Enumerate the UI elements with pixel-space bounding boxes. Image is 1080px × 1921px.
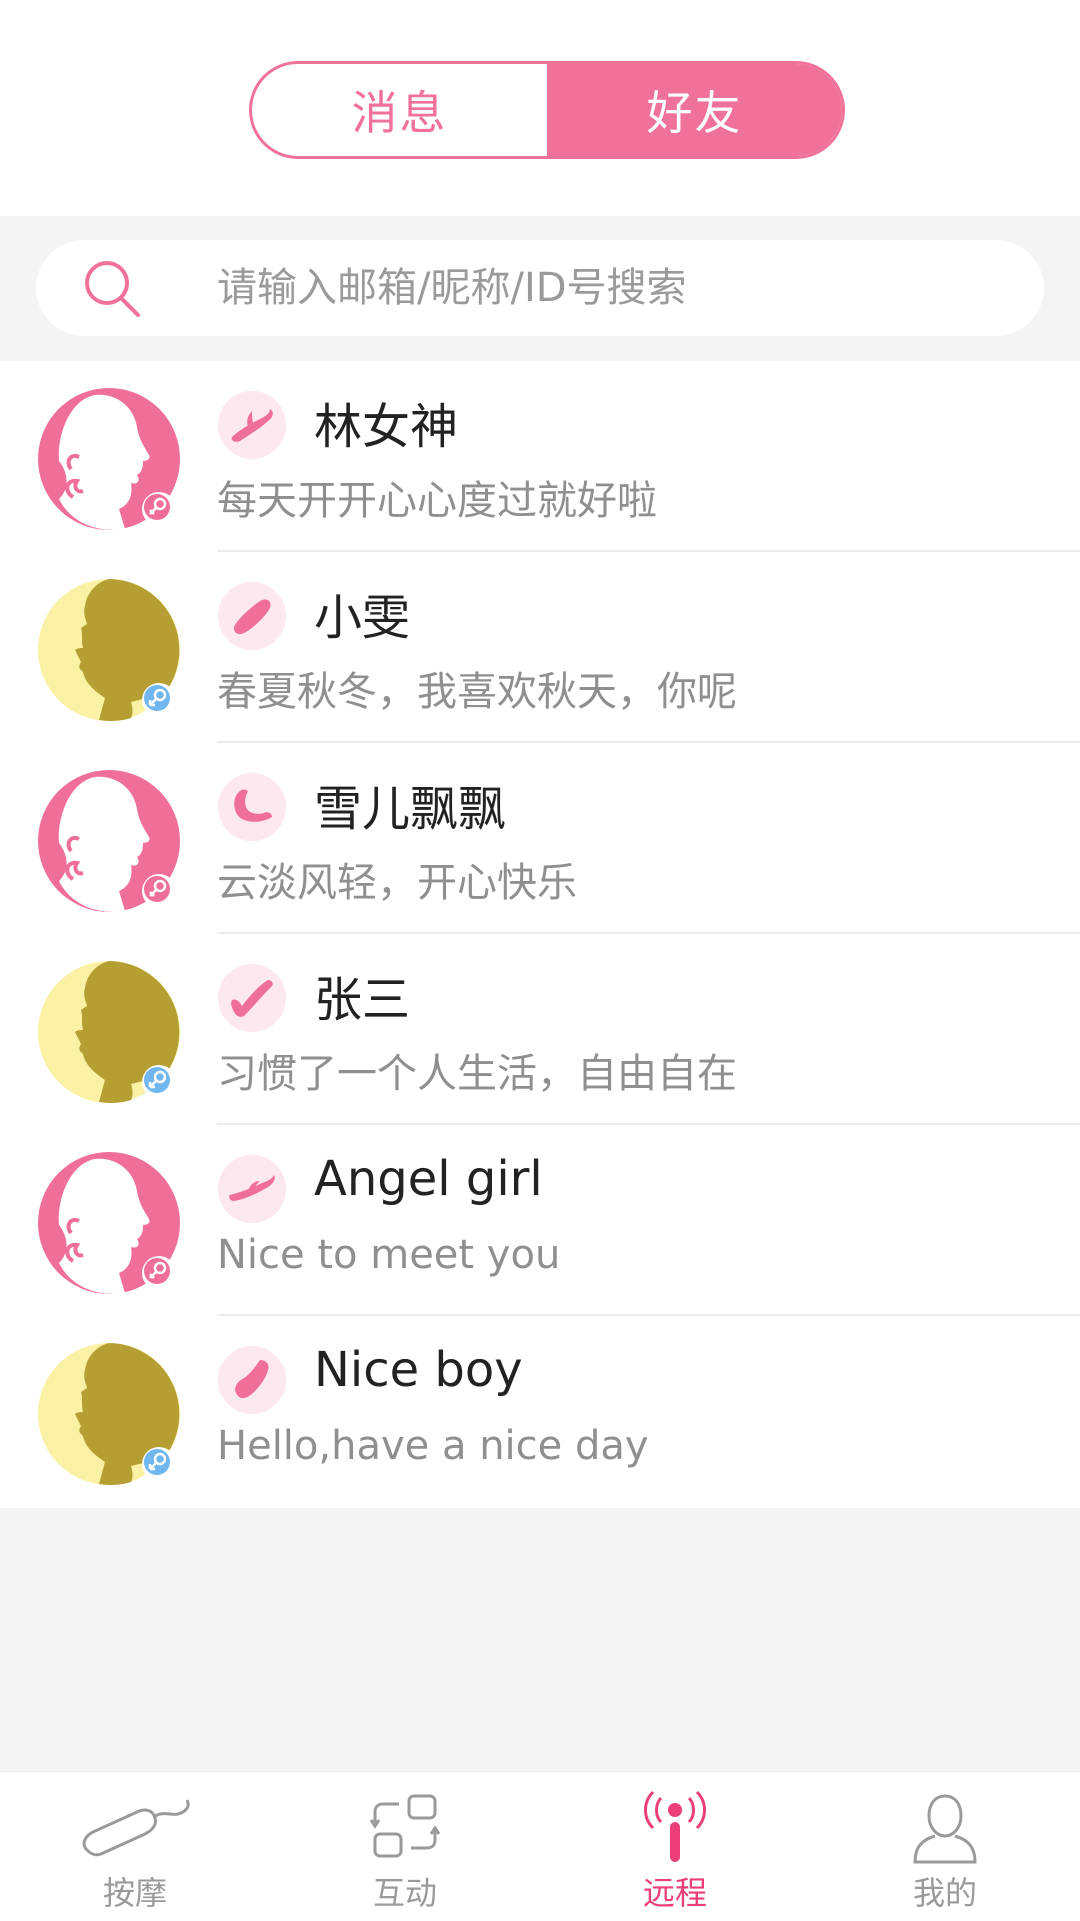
friend-signature: 习惯了一个人生活，自由自在: [217, 1051, 737, 1097]
search-icon: [85, 261, 140, 317]
tab-friends[interactable]: 好友: [547, 64, 842, 156]
friend-signature: 每天开开心心度过就好啦: [217, 478, 657, 524]
bottom-tab-bar: 按摩 互动 远程 我的: [0, 1771, 1080, 1920]
tab-label: 按摩: [102, 1874, 167, 1912]
massager-icon: [82, 1799, 190, 1857]
friend-signature: 云淡风轻，开心快乐: [217, 860, 577, 906]
friend-name: Nice boy: [314, 1342, 523, 1398]
friend-row[interactable]: Nice boy Hello,have a nice day: [0, 1316, 1080, 1507]
interaction-icon: [369, 1794, 441, 1858]
friend-row[interactable]: 张三 习惯了一个人生活，自由自在: [0, 934, 1080, 1125]
tab-massage[interactable]: 按摩: [0, 1772, 270, 1921]
remote-signal-icon: [644, 1790, 706, 1862]
tab-remote[interactable]: 远程: [540, 1772, 810, 1921]
female-avatar-icon: [38, 1152, 180, 1294]
female-avatar-icon: [38, 388, 180, 530]
friend-name: 小雯: [314, 590, 411, 646]
curved-vibrator-icon: [218, 773, 286, 841]
female-avatar-icon: [38, 770, 180, 912]
tab-label: 我的: [912, 1874, 977, 1912]
tab-messages[interactable]: 消息: [252, 64, 547, 156]
tab-label: 互动: [372, 1874, 437, 1912]
wand-vibrator-icon: [218, 964, 286, 1032]
tab-label: 远程: [642, 1874, 707, 1912]
friend-row[interactable]: 小雯 春夏秋冬，我喜欢秋天，你呢: [0, 552, 1080, 743]
friend-row[interactable]: 雪儿飘飘 云淡风轻，开心快乐: [0, 743, 1080, 934]
search-input[interactable]: [217, 240, 997, 336]
search-bar: [0, 216, 1080, 361]
male-avatar-icon: [38, 961, 180, 1103]
friend-name: 林女神: [314, 399, 459, 455]
tab-interaction[interactable]: 互动: [270, 1772, 540, 1921]
friend-signature: 春夏秋冬，我喜欢秋天，你呢: [217, 669, 737, 715]
friend-signature: Hello,have a nice day: [217, 1423, 649, 1469]
male-avatar-icon: [38, 1343, 180, 1485]
segmented-control: 消息 好友: [249, 61, 845, 159]
profile-icon: [913, 1794, 977, 1864]
male-avatar-icon: [38, 579, 180, 721]
empty-area: [0, 1508, 1080, 1771]
rabbit-vibrator-icon: [218, 391, 286, 459]
rabbit-vibrator-icon: [218, 1155, 286, 1223]
friend-row[interactable]: Angel girl Nice to meet you: [0, 1125, 1080, 1316]
bullet-vibrator-icon: [218, 582, 286, 650]
friend-signature: Nice to meet you: [217, 1232, 561, 1278]
friend-name: 张三: [314, 972, 411, 1028]
friend-name: Angel girl: [314, 1151, 543, 1207]
egg-vibrator-icon: [218, 1346, 286, 1414]
search-box[interactable]: [36, 240, 1044, 336]
tab-profile[interactable]: 我的: [810, 1772, 1080, 1921]
friend-row[interactable]: 林女神 每天开开心心度过就好啦: [0, 361, 1080, 552]
friend-list: 林女神 每天开开心心度过就好啦 小雯 春夏秋冬，我喜欢秋天，你呢 雪儿飘飘 云淡…: [0, 361, 1080, 1507]
friend-name: 雪儿飘飘: [314, 781, 507, 837]
